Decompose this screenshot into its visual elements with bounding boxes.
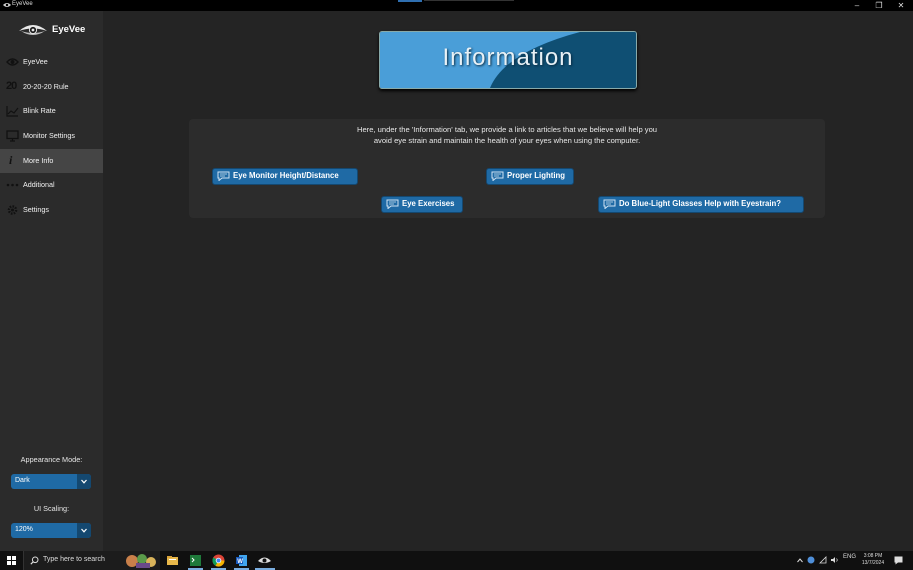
app-logo: EyeVee xyxy=(18,21,108,41)
chrome-icon[interactable] xyxy=(211,553,226,568)
info-panel: Here, under the 'Information' tab, we pr… xyxy=(189,119,825,218)
chevron-up-icon[interactable] xyxy=(797,558,803,563)
sidebar-item-label: 20-20-20 Rule xyxy=(23,82,69,91)
chat-icon xyxy=(217,171,230,181)
app-eye-icon xyxy=(3,3,11,7)
steam-tray-icon[interactable] xyxy=(807,556,815,564)
link-proper-lighting-button[interactable]: Proper Lighting xyxy=(486,168,574,185)
eyevee-taskbar-icon[interactable] xyxy=(257,553,272,568)
sidebar-item-eyevee[interactable]: EyeVee xyxy=(0,50,103,74)
sidebar-item-label: Monitor Settings xyxy=(23,131,75,140)
taskbar: Type here to search W ENG 3:08 PM 13/7/2… xyxy=(0,551,913,570)
appearance-mode-label: Appearance Mode: xyxy=(20,455,83,464)
ui-scaling-label: UI Scaling: xyxy=(33,504,70,513)
chevron-down-icon xyxy=(81,528,87,533)
sidebar-item-label: Blink Rate xyxy=(23,106,56,115)
clock-date: 13/7/2024 xyxy=(861,560,885,566)
appearance-mode-value: Dark xyxy=(15,477,30,484)
chat-icon xyxy=(603,199,616,209)
link-label: Do Blue-Light Glasses Help with Eyestrai… xyxy=(619,199,782,208)
info-icon: i xyxy=(9,153,13,167)
svg-text:W: W xyxy=(237,559,243,565)
twenty-icon: 20 xyxy=(6,80,17,92)
sidebar-item-more-info[interactable]: i More Info xyxy=(0,149,103,173)
description-line: Here, under the 'Information' tab, we pr… xyxy=(356,125,658,134)
sidebar-item-20-20-20-rule[interactable]: 20 20-20-20 Rule xyxy=(0,75,103,99)
search-icon xyxy=(30,556,39,565)
app-name: EyeVee xyxy=(52,24,86,35)
restore-button[interactable]: ❐ xyxy=(870,0,888,11)
sidebar-item-settings[interactable]: Settings xyxy=(0,198,103,222)
link-blue-light-glasses-button[interactable]: Do Blue-Light Glasses Help with Eyestrai… xyxy=(598,196,804,213)
system-clock[interactable]: 3:08 PM 13/7/2024 xyxy=(852,553,894,567)
sidebar-item-additional[interactable]: Additional xyxy=(0,173,103,197)
link-eye-exercises-button[interactable]: Eye Exercises xyxy=(381,196,463,213)
information-banner: Information xyxy=(379,31,637,89)
line-chart-icon xyxy=(6,106,19,117)
terminal-app-icon[interactable] xyxy=(188,553,203,568)
window-titlebar: EyeVee – ❐ ✕ xyxy=(0,0,913,11)
titlebar-accent xyxy=(398,0,422,2)
volume-icon[interactable] xyxy=(830,556,839,564)
chevron-down-icon xyxy=(81,479,87,484)
titlebar-divider xyxy=(424,0,514,1)
link-eye-monitor-height-button[interactable]: Eye Monitor Height/Distance xyxy=(212,168,358,185)
gear-icon xyxy=(7,205,18,215)
network-icon[interactable] xyxy=(819,556,827,564)
taskbar-search-box[interactable]: Type here to search xyxy=(23,551,160,570)
info-description: Here, under the 'Information' tab, we pr… xyxy=(189,125,825,146)
monitor-icon xyxy=(6,130,19,142)
link-label: Eye Monitor Height/Distance xyxy=(233,171,339,180)
chat-icon xyxy=(491,171,504,181)
close-button[interactable]: ✕ xyxy=(892,0,910,11)
sidebar-item-label: More Info xyxy=(23,156,54,165)
link-label: Proper Lighting xyxy=(507,171,566,180)
sidebar-item-label: Settings xyxy=(23,205,49,214)
ui-scaling-toggle[interactable] xyxy=(77,523,91,538)
sidebar-item-monitor-settings[interactable]: Monitor Settings xyxy=(0,124,103,148)
more-dots-icon xyxy=(6,183,19,187)
window-title: EyeVee xyxy=(12,1,33,7)
sidebar-item-label: Additional xyxy=(23,180,55,189)
main-content: Information Here, under the 'Information… xyxy=(103,11,913,551)
appearance-mode-dropdown[interactable]: Dark xyxy=(11,474,91,489)
search-highlight-illustration-icon xyxy=(126,554,156,568)
ui-scaling-value: 120% xyxy=(15,526,33,533)
sidebar: EyeVee EyeVee 20 20-20-20 Rule Blink Rat… xyxy=(0,11,103,551)
banner-title: Information xyxy=(442,44,574,71)
file-explorer-icon[interactable] xyxy=(165,553,180,568)
notification-icon[interactable] xyxy=(894,556,903,565)
sidebar-item-blink-rate[interactable]: Blink Rate xyxy=(0,99,103,123)
eye-logo-icon xyxy=(19,25,47,35)
word-icon[interactable]: W xyxy=(234,553,249,568)
clock-time: 3:08 PM xyxy=(863,553,883,559)
sidebar-item-label: EyeVee xyxy=(23,57,48,66)
windows-start-icon[interactable] xyxy=(7,556,16,565)
chat-icon xyxy=(386,199,399,209)
ui-scaling-dropdown[interactable]: 120% xyxy=(11,523,91,538)
description-line: avoid eye strain and maintain the health… xyxy=(373,135,641,145)
search-placeholder: Type here to search xyxy=(43,556,105,563)
appearance-mode-toggle[interactable] xyxy=(77,474,91,489)
link-label: Eye Exercises xyxy=(402,199,455,208)
eye-icon xyxy=(6,58,19,66)
minimize-button[interactable]: – xyxy=(848,0,866,11)
